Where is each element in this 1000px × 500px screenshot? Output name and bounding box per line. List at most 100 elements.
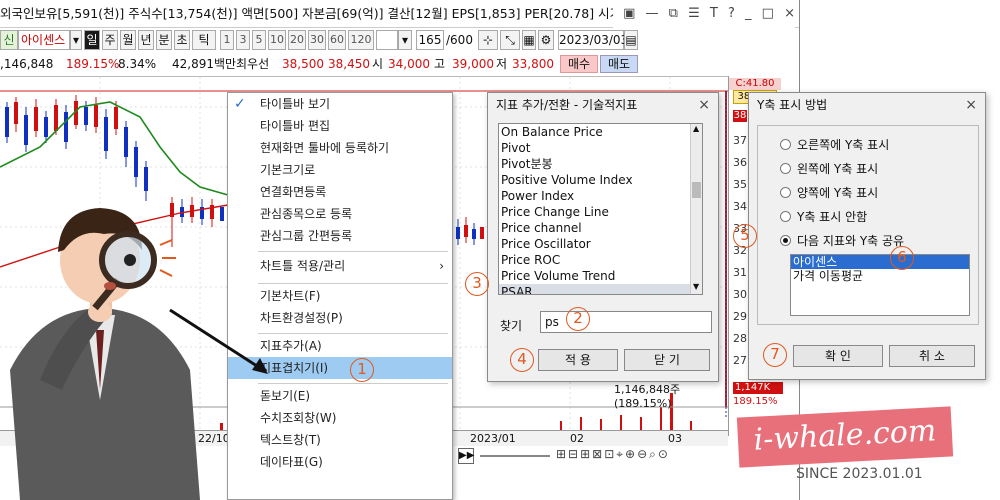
menu-item-titlebar-edit[interactable]: 타이틀바 편집	[228, 115, 452, 137]
close-icon[interactable]: ×	[965, 93, 977, 117]
list-scrollbar[interactable]: ▲ ▼	[690, 124, 702, 294]
close-icon[interactable]: ×	[698, 93, 710, 117]
menu-item-titlebar-show[interactable]: ✓ 타이틀바 보기	[228, 93, 452, 115]
scroll-thumb[interactable]	[692, 182, 701, 198]
grid-icon[interactable]: ▦	[522, 30, 536, 50]
menu-item-add-watchlist[interactable]: 관심종목으로 등록	[228, 203, 452, 225]
minimize-icon[interactable]: —	[646, 6, 659, 21]
interval-button[interactable]: 120	[348, 30, 374, 50]
step-badge-2: 2	[566, 307, 590, 331]
radio-left-yaxis[interactable]: 왼쪽에 Y축 표시	[780, 160, 878, 178]
help-icon[interactable]: ?	[728, 6, 735, 21]
interval-button[interactable]: 20	[288, 30, 306, 50]
maximize-icon[interactable]: □	[762, 6, 774, 21]
y-tick: 34	[733, 200, 747, 213]
chevron-right-icon: ›	[439, 259, 444, 273]
radio-share-yaxis[interactable]: 다음 지표와 Y축 공유	[780, 232, 904, 250]
chart-tool-icon[interactable]: ⤡	[500, 30, 520, 50]
period-week-button[interactable]: 주	[102, 30, 118, 50]
trade-amount: 42,891백만	[172, 57, 237, 71]
interval-button[interactable]: 60	[328, 30, 346, 50]
interval-button[interactable]: 1	[220, 30, 234, 50]
menu-item-value-window[interactable]: 수치조회창(W)	[228, 407, 452, 429]
interval-button[interactable]: 5	[252, 30, 266, 50]
y-top-label: C:41.80	[729, 78, 781, 90]
menu-item-text-window[interactable]: 텍스트창(T)	[228, 429, 452, 451]
list-item[interactable]: Positive Volume Index	[499, 172, 693, 188]
crosshair-icon[interactable]: ⊹	[478, 30, 498, 50]
date-input[interactable]: 2023/03/03	[558, 30, 628, 50]
apply-button[interactable]: 적 용	[538, 349, 618, 371]
check-icon: ✓	[234, 96, 246, 112]
list-item[interactable]: Price ROC	[499, 252, 693, 268]
text-icon[interactable]: T	[710, 6, 718, 21]
menu-item-default-size[interactable]: 기본크기로	[228, 159, 452, 181]
chart-tool-icons[interactable]: ⊞⊟⊞⊠⊡⌖⊕⊖⌕⊙	[556, 447, 670, 462]
high-label: 고	[434, 57, 446, 71]
menu-item-register-toolbar[interactable]: 현재화면 툴바에 등록하기	[228, 137, 452, 159]
menu-separator	[258, 283, 448, 284]
list-item[interactable]: Power Index	[499, 188, 693, 204]
volume-value: ,146,848	[0, 57, 54, 71]
y-tick: 37	[733, 134, 747, 147]
stock-dropdown-icon[interactable]: ▾	[70, 30, 82, 50]
menu-item-watch-group[interactable]: 관심그룹 간편등록	[228, 225, 452, 247]
interval-button[interactable]: 3	[236, 30, 250, 50]
indicator-list[interactable]: On Balance Price Pivot Pivot분봉 Positive …	[498, 123, 703, 295]
stock-name-field[interactable]: 아이센스	[18, 30, 70, 50]
period-second-button[interactable]: 초	[174, 30, 190, 50]
interval-button[interactable]: 10	[268, 30, 286, 50]
close-button[interactable]: 닫 기	[624, 349, 710, 371]
list-item[interactable]: Price Change Line	[499, 204, 693, 220]
radio-right-yaxis[interactable]: 오른쪽에 Y축 표시	[780, 136, 889, 154]
buy-button[interactable]: 매수	[560, 55, 598, 73]
list-item-selected[interactable]: 아이센스	[791, 255, 969, 269]
menu-item-data-table[interactable]: 데이타표(G)	[228, 451, 452, 473]
scroll-up-icon[interactable]: ▲	[693, 124, 699, 133]
step-badge-4: 4	[510, 348, 534, 372]
ok-button[interactable]: 확 인	[793, 345, 883, 367]
chart-bottom-toolbar: ▶▶ ⊞⊟⊞⊠⊡⌖⊕⊖⌕⊙	[458, 447, 728, 465]
calendar-icon[interactable]: ▤	[624, 30, 638, 50]
scroll-down-icon[interactable]: ▼	[693, 282, 699, 291]
close-icon[interactable]: ×	[784, 6, 795, 21]
list-item[interactable]: Price channel	[499, 220, 693, 236]
window-title: 외국인보유[5,591(천)] 주식수[13,754(천)] 액면[500] 자…	[0, 6, 633, 21]
sell-button[interactable]: 매도	[600, 55, 638, 73]
period-month-button[interactable]: 월	[120, 30, 136, 50]
radio-no-yaxis[interactable]: Y축 표시 안함	[780, 208, 867, 226]
list-item[interactable]: Price Oscillator	[499, 236, 693, 252]
list-item[interactable]: Price Volume Trend	[499, 268, 693, 284]
menu-item-chart-frame[interactable]: 차트틀 적용/관리 ›	[228, 255, 452, 277]
list-item[interactable]: Pivot분봉	[499, 156, 693, 172]
period-year-button[interactable]: 년	[138, 30, 154, 50]
period-minute-button[interactable]: 분	[156, 30, 172, 50]
zoom-slider[interactable]	[480, 455, 550, 457]
list-item-selected[interactable]: PSAR	[499, 284, 693, 294]
share-indicator-list[interactable]: 아이센스 가격 이동평균	[790, 254, 970, 316]
restore-icon[interactable]: ⧉	[669, 6, 678, 21]
pin-icon[interactable]: ▣	[623, 6, 635, 21]
change-rate: 8.34%	[118, 57, 157, 71]
count-input[interactable]: 165	[416, 30, 444, 50]
list-item[interactable]: On Balance Price	[499, 124, 693, 140]
y-tick: 29	[733, 310, 747, 323]
period-day-button[interactable]: 일	[84, 30, 100, 50]
menu-item-link-screen[interactable]: 연결화면등록	[228, 181, 452, 203]
play-icon[interactable]: ▶▶	[458, 448, 474, 464]
brand-banner: i-whale.com	[736, 406, 954, 468]
list-icon[interactable]: ☰	[688, 6, 700, 21]
interval-dropdown-icon[interactable]: ▾	[398, 30, 412, 50]
interval-button[interactable]: 30	[308, 30, 326, 50]
step-badge-7: 7	[763, 343, 787, 367]
list-item[interactable]: Pivot	[499, 140, 693, 156]
radio-both-yaxis[interactable]: 양쪽에 Y축 표시	[780, 184, 878, 202]
period-tick-button[interactable]: 틱	[192, 30, 216, 50]
menu-item-magnifier[interactable]: 돋보기(E)	[228, 385, 452, 407]
gear-icon[interactable]: ⚙	[538, 30, 554, 50]
minimize-icon[interactable]: _	[745, 6, 752, 21]
interval-input[interactable]	[376, 30, 398, 50]
low-label: 저	[496, 57, 508, 71]
list-item[interactable]: 가격 이동평균	[791, 269, 969, 283]
cancel-button[interactable]: 취 소	[889, 345, 975, 367]
